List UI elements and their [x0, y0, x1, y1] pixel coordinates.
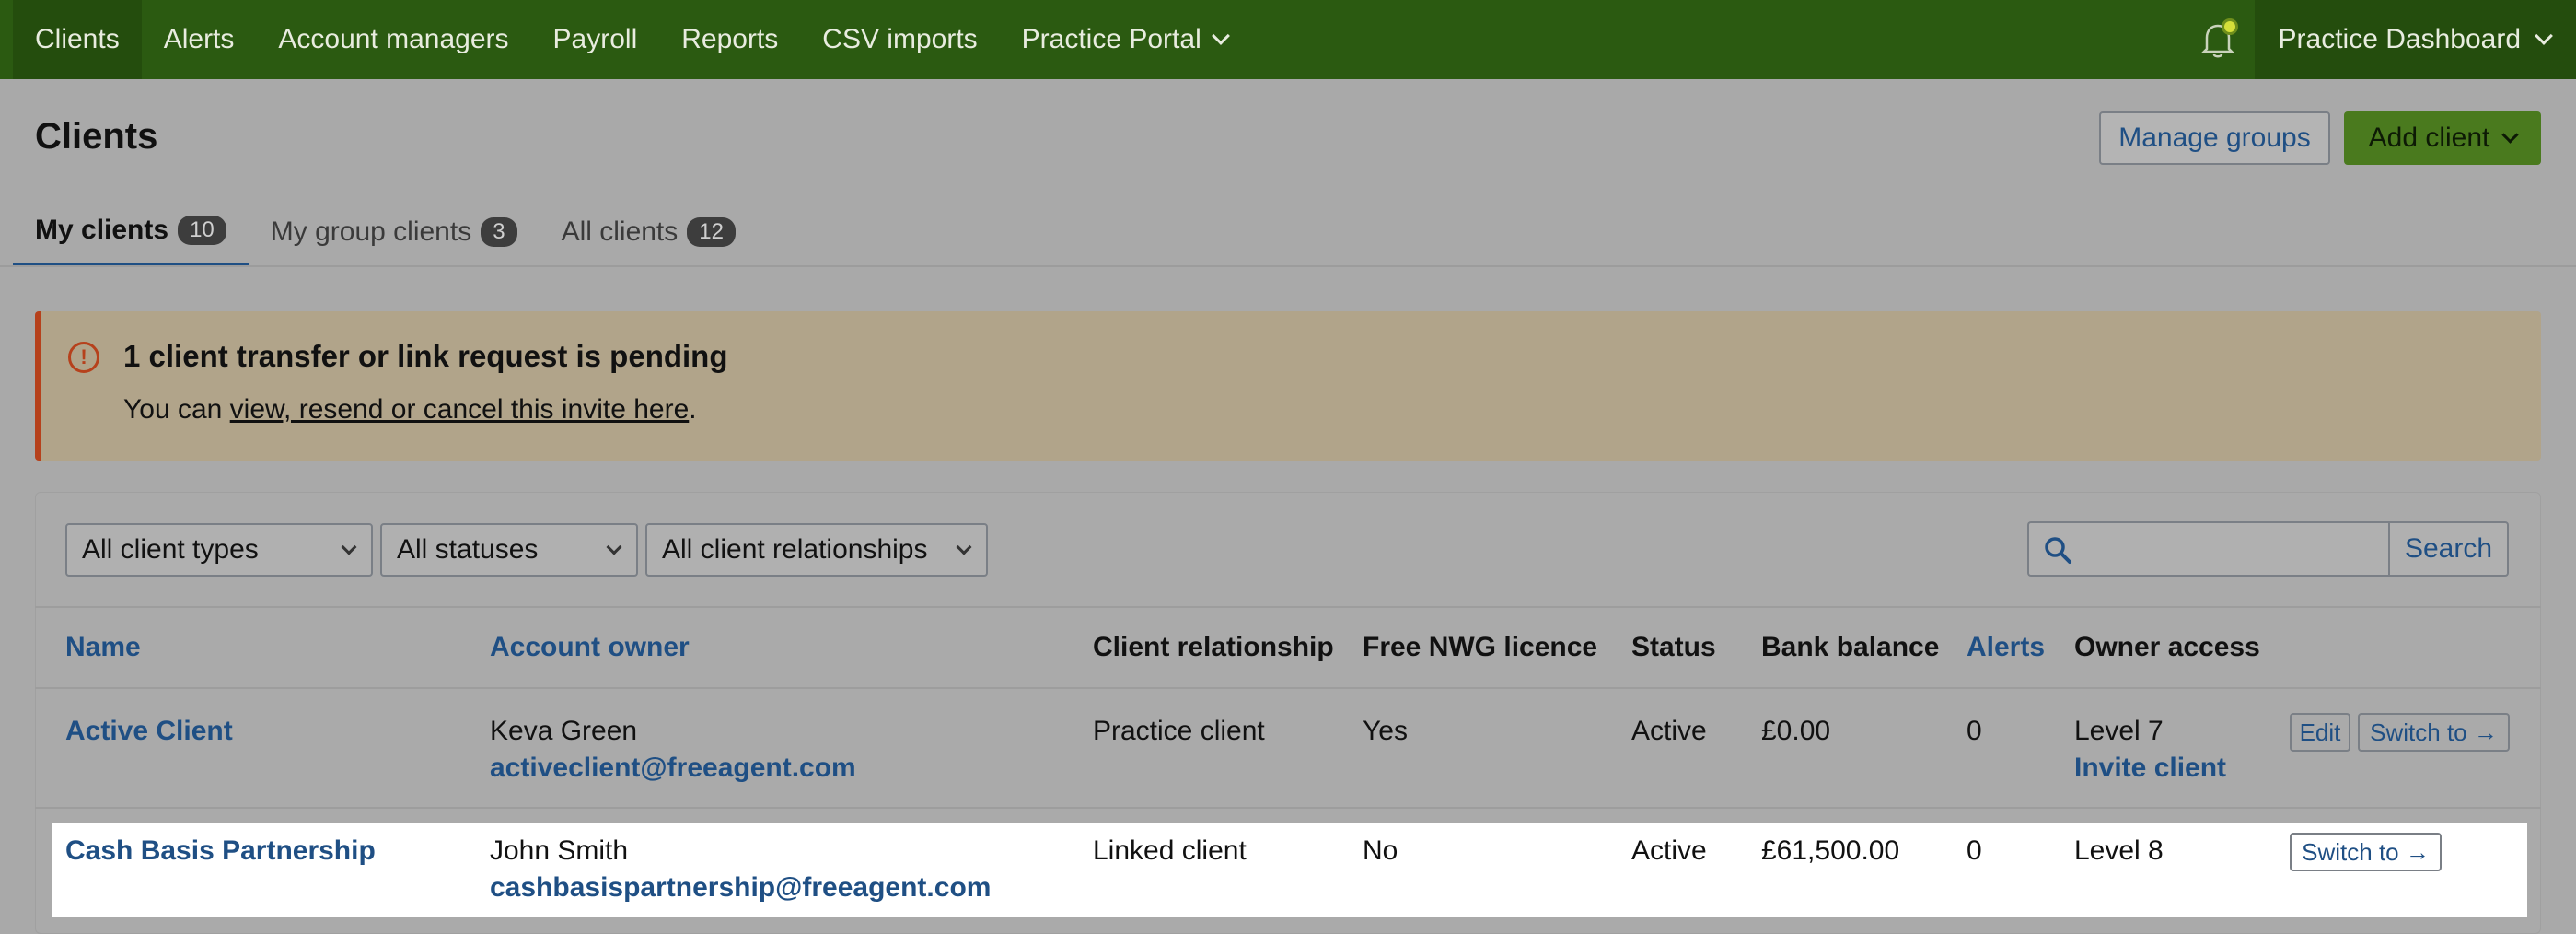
column-header-name[interactable]: Name [65, 632, 141, 663]
practice-dashboard-label: Practice Dashboard [2278, 24, 2521, 54]
edit-button[interactable]: Edit [2290, 713, 2350, 752]
client-tabs: My clients 10 My group clients 3 All cli… [13, 197, 758, 267]
column-header-alerts[interactable]: Alerts [1967, 632, 2045, 663]
add-client-label: Add client [2368, 123, 2490, 153]
notifications-bell-icon[interactable] [2181, 0, 2255, 79]
invite-client-link[interactable]: Invite client [2074, 753, 2226, 784]
client-name-link[interactable]: Active Client [65, 716, 233, 747]
search-button[interactable]: Search [2388, 521, 2509, 577]
chevron-down-icon [606, 539, 622, 555]
relationship-select[interactable]: All client relationships [645, 523, 988, 577]
column-header-owner-access: Owner access [2074, 632, 2260, 662]
relationship-value: All client relationships [662, 534, 928, 565]
add-client-button[interactable]: Add client [2344, 111, 2541, 165]
nav-item-csv-imports[interactable]: CSV imports [800, 0, 999, 79]
exclamation-circle-icon: ! [68, 342, 99, 373]
tab-label: My group clients [270, 216, 472, 247]
client-relationship: Practice client [1093, 716, 1265, 746]
nav-item-account-managers[interactable]: Account managers [256, 0, 530, 79]
owner-access-level: Level 7 [2074, 716, 2164, 746]
view-invite-link[interactable]: view, resend or cancel this invite here [230, 394, 690, 425]
chevron-down-icon [341, 539, 357, 555]
chevron-down-icon [2535, 27, 2553, 45]
switch-to-button[interactable]: Switch to → [2358, 713, 2510, 752]
status-value: All statuses [397, 534, 539, 565]
owner-email-link[interactable]: cashbasispartnership@freeagent.com [490, 872, 991, 904]
column-header-account-owner[interactable]: Account owner [490, 632, 690, 663]
tab-label: My clients [35, 214, 169, 245]
alert-text-after: . [689, 394, 697, 425]
manage-groups-button[interactable]: Manage groups [2099, 111, 2330, 165]
bank-balance: £61,500.00 [1761, 835, 1900, 866]
owner-access-level: Level 8 [2074, 835, 2164, 866]
owner-name: John Smith [490, 835, 629, 866]
bell-icon [2200, 18, 2238, 58]
page-title: Clients [35, 116, 158, 157]
chevron-down-icon [956, 539, 972, 555]
alert-text: You can view, resend or cancel this invi… [123, 394, 697, 426]
table-top-divider [35, 606, 2541, 608]
row-divider [35, 807, 2541, 809]
alerts-count: 0 [1967, 835, 1982, 866]
free-nwg-licence: No [1363, 835, 1398, 866]
count-badge: 10 [178, 215, 226, 245]
alerts-count: 0 [1967, 716, 1982, 746]
column-header-free-nwg-licence: Free NWG licence [1363, 632, 1598, 662]
search-input[interactable] [2027, 521, 2389, 577]
client-status: Active [1631, 716, 1707, 746]
owner-name: Keva Green [490, 716, 638, 746]
practice-dashboard-menu[interactable]: Practice Dashboard [2254, 0, 2576, 79]
client-name-link[interactable]: Cash Basis Partnership [65, 835, 376, 867]
free-nwg-licence: Yes [1363, 716, 1408, 746]
status-select[interactable]: All statuses [380, 523, 638, 577]
count-badge: 12 [687, 217, 736, 247]
client-type-value: All client types [82, 534, 259, 565]
tab-my-group-clients[interactable]: My group clients 3 [249, 197, 540, 267]
client-relationship: Linked client [1093, 835, 1247, 866]
column-header-bank-balance: Bank balance [1761, 632, 1940, 662]
top-navigation: Clients Alerts Account managers Payroll … [0, 0, 2576, 79]
column-header-client-relationship: Client relationship [1093, 632, 1334, 662]
nav-item-alerts[interactable]: Alerts [142, 0, 257, 79]
nav-item-reports[interactable]: Reports [659, 0, 800, 79]
search-icon [2045, 537, 2071, 564]
tab-label: All clients [561, 216, 679, 247]
client-type-select[interactable]: All client types [65, 523, 373, 577]
switch-to-button[interactable]: Switch to → [2290, 833, 2442, 871]
header-divider [35, 687, 2541, 689]
owner-email-link[interactable]: activeclient@freeagent.com [490, 753, 856, 784]
client-status: Active [1631, 835, 1707, 866]
column-header-status: Status [1631, 632, 1716, 662]
chevron-down-icon [1211, 27, 1230, 45]
bank-balance: £0.00 [1761, 716, 1831, 746]
tab-my-clients[interactable]: My clients 10 [13, 197, 249, 267]
nav-item-practice-portal[interactable]: Practice Portal [1000, 0, 1249, 79]
alert-title: 1 client transfer or link request is pen… [123, 339, 728, 373]
tabs-divider [0, 265, 2576, 267]
nav-right: Practice Dashboard [2181, 0, 2576, 79]
pending-request-alert: ! 1 client transfer or link request is p… [35, 311, 2541, 461]
tab-all-clients[interactable]: All clients 12 [540, 197, 758, 267]
nav-item-clients[interactable]: Clients [13, 0, 142, 79]
chevron-down-icon [2501, 125, 2520, 144]
practice-portal-label: Practice Portal [1021, 24, 1201, 54]
alert-text-before: You can [123, 394, 230, 425]
nav-item-payroll[interactable]: Payroll [531, 0, 660, 79]
count-badge: 3 [481, 217, 517, 247]
